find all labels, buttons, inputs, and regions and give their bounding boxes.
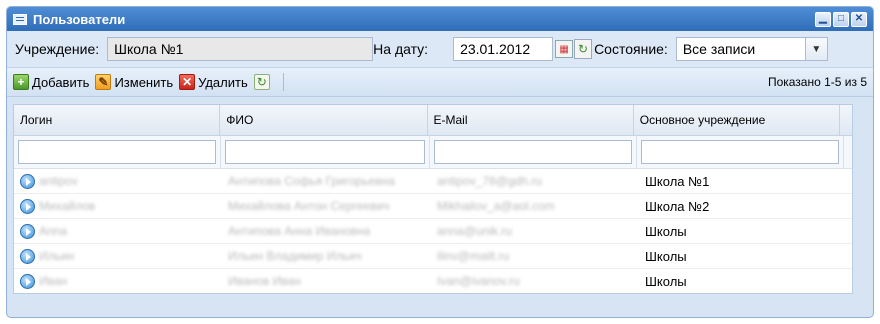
calendar-icon[interactable]: ▦ bbox=[555, 40, 574, 58]
grid-toolbar: + Добавить ✎ Изменить ✕ Удалить ↻ Показа… bbox=[7, 67, 873, 97]
email-filter-input[interactable] bbox=[433, 140, 632, 164]
delete-icon: ✕ bbox=[179, 74, 196, 90]
users-window: Пользователи ▁ □ ✕ Учреждение: Школа №1 … bbox=[6, 6, 874, 318]
school-cell: Школа №2 bbox=[645, 198, 710, 214]
date-label: На дату: bbox=[373, 41, 429, 57]
school-cell: Школы bbox=[645, 223, 687, 239]
play-icon[interactable] bbox=[20, 223, 35, 239]
fio-text: Антипова Софья Григорьевна bbox=[228, 174, 395, 188]
state-label: Состояние: bbox=[594, 41, 668, 57]
filter-bar: Учреждение: Школа №1 На дату: 23.01.2012… bbox=[7, 31, 873, 67]
refresh-button[interactable]: ↻ bbox=[253, 74, 273, 90]
table-row[interactable]: Михайлов Михайлова Антон Сергеевич Mikha… bbox=[14, 194, 852, 219]
fio-cell: Антипова Софья Григорьевна bbox=[222, 169, 431, 193]
edit-button[interactable]: ✎ Изменить bbox=[95, 74, 173, 90]
fio-cell: Иванов Иван bbox=[222, 269, 431, 293]
play-icon[interactable] bbox=[20, 273, 35, 289]
school-cell: Школы bbox=[645, 248, 687, 264]
login-text: Иван bbox=[39, 274, 68, 288]
column-header-email[interactable]: E-Mail bbox=[428, 105, 634, 135]
close-icon[interactable]: ✕ bbox=[851, 11, 867, 27]
login-filter-cell bbox=[14, 136, 222, 168]
login-cell: Иван bbox=[14, 269, 222, 293]
fio-filter-cell bbox=[221, 136, 430, 168]
login-cell: Михайлов bbox=[14, 194, 222, 218]
delete-label: Удалить bbox=[198, 74, 248, 90]
institution-field[interactable]: Школа №1 bbox=[107, 37, 374, 61]
grid-filter-row bbox=[14, 136, 852, 169]
fio-text: Иванов Иван bbox=[228, 274, 301, 288]
filter-spacer bbox=[844, 136, 852, 168]
pencil-icon: ✎ bbox=[95, 74, 112, 90]
window-titlebar[interactable]: Пользователи ▁ □ ✕ bbox=[7, 7, 873, 31]
login-text: Михайлов bbox=[39, 199, 96, 213]
fio-text: Михайлова Антон Сергеевич bbox=[228, 199, 390, 213]
login-cell: Anna bbox=[14, 219, 222, 243]
column-header-spacer bbox=[840, 105, 852, 135]
email-cell: antipov_78@gdh.ru bbox=[431, 169, 639, 193]
play-icon[interactable] bbox=[20, 173, 35, 189]
login-text: antipov bbox=[39, 174, 78, 188]
institution-filter-input[interactable] bbox=[640, 140, 839, 164]
login-cell: Ильин bbox=[14, 244, 222, 268]
email-cell: Ivan@ivanov.ru bbox=[431, 269, 639, 293]
table-row[interactable]: Anna Антипова Анна Ивановна anna@unik.ru… bbox=[14, 219, 852, 244]
email-text: Mikhailov_a@aol.com bbox=[437, 199, 555, 213]
table-row[interactable]: antipov Антипова Софья Григорьевна antip… bbox=[14, 169, 852, 194]
fio-text: Антипова Анна Ивановна bbox=[228, 224, 371, 238]
add-label: Добавить bbox=[32, 74, 90, 90]
table-row[interactable]: Иван Иванов Иван Ivan@ivanov.ru Школы bbox=[14, 269, 852, 293]
fio-text: Ильин Владимир Ильич bbox=[228, 249, 362, 263]
reset-date-icon[interactable]: ↻ bbox=[574, 39, 593, 59]
school-cell: Школа №1 bbox=[645, 173, 710, 189]
institution-label: Учреждение: bbox=[15, 41, 100, 57]
grid-header-row: Логин ФИО E-Mail Основное учреждение bbox=[14, 105, 852, 136]
toolbar-separator bbox=[282, 73, 284, 91]
play-icon[interactable] bbox=[20, 248, 35, 264]
fio-cell: Михайлова Антон Сергеевич bbox=[222, 194, 431, 218]
email-cell: Mikhailov_a@aol.com bbox=[431, 194, 639, 218]
email-cell: anna@unik.ru bbox=[431, 219, 639, 243]
email-text: ilinv@mailt.ru bbox=[437, 249, 510, 263]
delete-button[interactable]: ✕ Удалить bbox=[179, 74, 248, 90]
window-title: Пользователи bbox=[33, 11, 126, 27]
login-filter-input[interactable] bbox=[18, 140, 217, 164]
table-row[interactable]: Ильин Ильин Владимир Ильич ilinv@mailt.r… bbox=[14, 244, 852, 269]
fio-cell: Ильин Владимир Ильич bbox=[222, 244, 431, 268]
login-text: Anna bbox=[39, 224, 68, 238]
add-button[interactable]: + Добавить bbox=[13, 74, 89, 90]
date-field[interactable]: 23.01.2012 bbox=[453, 37, 554, 61]
grid-icon bbox=[13, 13, 27, 25]
fio-filter-input[interactable] bbox=[225, 140, 425, 164]
state-select[interactable]: Все записи ▼ bbox=[675, 37, 828, 61]
institution-filter-cell bbox=[637, 136, 844, 168]
school-cell: Школы bbox=[645, 273, 687, 289]
fio-cell: Антипова Анна Ивановна bbox=[222, 219, 431, 243]
play-icon[interactable] bbox=[20, 198, 35, 214]
state-value: Все записи bbox=[675, 37, 806, 61]
paging-info: Показано 1-5 из 5 bbox=[767, 75, 867, 89]
column-header-fio[interactable]: ФИО bbox=[220, 105, 428, 135]
email-text: antipov_78@gdh.ru bbox=[437, 174, 542, 188]
email-cell: ilinv@mailt.ru bbox=[431, 244, 639, 268]
chevron-down-icon[interactable]: ▼ bbox=[805, 37, 828, 61]
add-icon: + bbox=[13, 74, 29, 90]
column-header-login[interactable]: Логин bbox=[14, 105, 221, 135]
window-controls: ▁ □ ✕ bbox=[815, 11, 867, 27]
email-filter-cell bbox=[430, 136, 637, 168]
email-text: anna@unik.ru bbox=[437, 224, 512, 238]
column-header-institution[interactable]: Основное учреждение bbox=[634, 105, 840, 135]
email-text: Ivan@ivanov.ru bbox=[437, 274, 520, 288]
users-grid: Логин ФИО E-Mail Основное учреждение ant… bbox=[13, 104, 853, 294]
edit-label: Изменить bbox=[114, 74, 174, 90]
login-text: Ильин bbox=[39, 249, 75, 263]
maximize-icon[interactable]: □ bbox=[833, 11, 849, 27]
refresh-icon: ↻ bbox=[253, 74, 270, 90]
minimize-icon[interactable]: ▁ bbox=[815, 11, 831, 27]
login-cell: antipov bbox=[14, 169, 222, 193]
